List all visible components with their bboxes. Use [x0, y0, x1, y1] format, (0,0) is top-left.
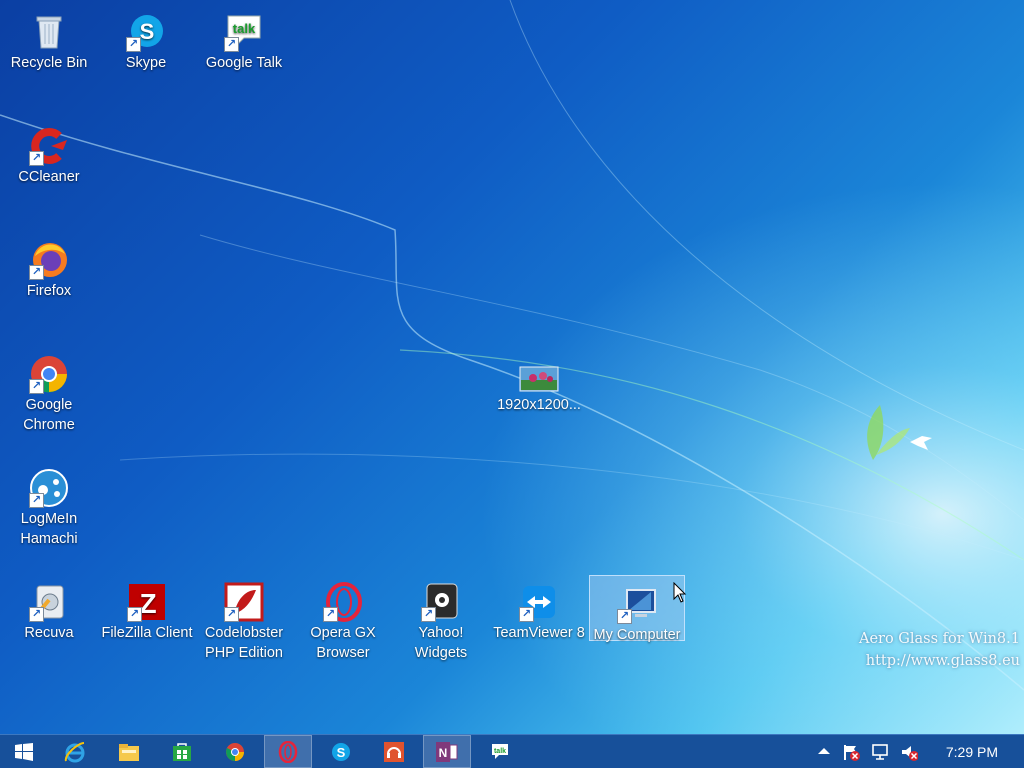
- shortcut-arrow-icon: ↗: [29, 151, 44, 166]
- mouse-cursor-icon: [673, 582, 687, 603]
- taskbar: S N talk 7:29 PM: [0, 734, 1024, 768]
- firefox-icon: ↗: [29, 240, 69, 280]
- desktop-icon-my-computer[interactable]: ↗ My Computer: [589, 575, 685, 643]
- taskbar-skype[interactable]: S: [317, 735, 365, 768]
- opera-icon: [278, 740, 298, 763]
- watermark: Aero Glass for Win8.1 http://www.glass8.…: [859, 628, 1020, 672]
- shortcut-arrow-icon: ↗: [29, 379, 44, 394]
- icon-label: Codelobster PHP Edition: [204, 625, 284, 661]
- svg-text:N: N: [439, 746, 448, 760]
- desktop-icon-filezilla[interactable]: Z ↗ FileZilla Client: [99, 574, 195, 643]
- ccleaner-icon: ↗: [29, 126, 69, 166]
- action-center-flag-icon[interactable]: [842, 743, 860, 761]
- desktop-icon-recycle-bin[interactable]: Recycle Bin: [1, 4, 97, 73]
- my-computer-icon: ↗: [617, 584, 657, 624]
- desktop-icon-skype[interactable]: S ↗ Skype: [98, 4, 194, 73]
- google-talk-icon: talk: [492, 743, 508, 759]
- shortcut-arrow-icon: ↗: [617, 609, 632, 624]
- icon-label: Opera GX Browser: [310, 625, 376, 661]
- file-explorer-icon: [119, 743, 139, 761]
- clock[interactable]: 7:29 PM: [946, 744, 998, 760]
- icon-label: LogMeIn Hamachi: [20, 511, 78, 547]
- desktop-icon-ccleaner[interactable]: ↗ CCleaner: [1, 118, 97, 187]
- taskbar-music[interactable]: [370, 735, 418, 768]
- onenote-icon: N: [436, 741, 458, 762]
- watermark-line1: Aero Glass for Win8.1: [858, 631, 1020, 647]
- desktop-icon-image-file[interactable]: 1920x1200...: [491, 356, 587, 415]
- skype-icon: S ↗: [126, 12, 166, 52]
- svg-text:talk: talk: [494, 748, 506, 755]
- icon-label: Skype: [125, 55, 167, 71]
- desktop: Recycle Bin S ↗ Skype talk ↗ Google Talk…: [0, 0, 1024, 734]
- icon-label: FileZilla Client: [101, 625, 193, 641]
- opera-gx-icon: ↗: [323, 582, 363, 622]
- icon-label: TeamViewer 8: [493, 625, 585, 641]
- yahoo-widgets-icon: ↗: [421, 582, 461, 622]
- icon-label: Firefox: [26, 283, 72, 299]
- desktop-icon-teamviewer[interactable]: ↗ TeamViewer 8: [491, 574, 587, 643]
- shortcut-arrow-icon: ↗: [224, 37, 239, 52]
- icon-label: Yahoo! Widgets: [414, 625, 468, 661]
- store-icon: [173, 742, 191, 761]
- icon-label: My Computer: [593, 627, 681, 643]
- shortcut-arrow-icon: ↗: [29, 607, 44, 622]
- icon-label: Google Talk: [205, 55, 283, 71]
- icon-label: Google Chrome: [23, 397, 75, 433]
- desktop-icon-logmein-hamachi[interactable]: ↗ LogMeIn Hamachi: [1, 460, 97, 549]
- svg-text:S: S: [140, 19, 155, 44]
- shortcut-arrow-icon: ↗: [126, 37, 141, 52]
- icon-label: Recycle Bin: [10, 55, 88, 71]
- music-app-icon: [384, 741, 404, 762]
- desktop-icon-firefox[interactable]: ↗ Firefox: [1, 232, 97, 301]
- recuva-icon: ↗: [29, 582, 69, 622]
- taskbar-store[interactable]: [158, 735, 206, 768]
- icon-label: CCleaner: [18, 169, 80, 185]
- codelobster-icon: ↗: [224, 582, 264, 622]
- shortcut-arrow-icon: ↗: [29, 493, 44, 508]
- shortcut-arrow-icon: ↗: [323, 607, 338, 622]
- volume-muted-icon[interactable]: [900, 743, 918, 761]
- internet-explorer-icon: [64, 741, 85, 762]
- svg-text:talk: talk: [233, 21, 256, 36]
- svg-text:S: S: [337, 745, 346, 760]
- taskbar-chrome[interactable]: [211, 735, 259, 768]
- shortcut-arrow-icon: ↗: [29, 265, 44, 280]
- desktop-icon-codelobster[interactable]: ↗ Codelobster PHP Edition: [196, 574, 292, 663]
- google-talk-icon: talk ↗: [224, 12, 264, 52]
- teamviewer-icon: ↗: [519, 582, 559, 622]
- taskbar-internet-explorer[interactable]: [51, 735, 99, 768]
- desktop-icon-recuva[interactable]: ↗ Recuva: [1, 574, 97, 643]
- show-hidden-icons-arrow[interactable]: [815, 743, 833, 761]
- start-button[interactable]: [0, 735, 48, 768]
- skype-icon: S: [332, 742, 350, 761]
- chrome-icon: [226, 742, 244, 761]
- taskbar-opera[interactable]: [264, 735, 312, 768]
- desktop-icon-google-chrome[interactable]: ↗ Google Chrome: [1, 346, 97, 435]
- watermark-line2: http://www.glass8.eu: [865, 653, 1020, 669]
- desktop-icon-opera-gx[interactable]: ↗ Opera GX Browser: [295, 574, 391, 663]
- hamachi-icon: ↗: [29, 468, 69, 508]
- shortcut-arrow-icon: ↗: [127, 607, 142, 622]
- shortcut-arrow-icon: ↗: [519, 607, 534, 622]
- start-icon: [15, 742, 33, 761]
- svg-text:Z: Z: [139, 588, 156, 619]
- taskbar-file-explorer[interactable]: [105, 735, 153, 768]
- filezilla-icon: Z ↗: [127, 582, 167, 622]
- desktop-icon-google-talk[interactable]: talk ↗ Google Talk: [196, 4, 292, 73]
- icon-label: 1920x1200...: [497, 397, 581, 413]
- chrome-icon: ↗: [29, 354, 69, 394]
- taskbar-onenote[interactable]: N: [423, 735, 471, 768]
- image-file-icon: [519, 364, 559, 394]
- shortcut-arrow-icon: ↗: [421, 607, 436, 622]
- network-icon[interactable]: [871, 743, 889, 761]
- recycle-bin-icon: [29, 12, 69, 52]
- shortcut-arrow-icon: ↗: [224, 607, 239, 622]
- desktop-icon-yahoo-widgets[interactable]: ↗ Yahoo! Widgets: [393, 574, 489, 663]
- taskbar-google-talk[interactable]: talk: [476, 735, 524, 768]
- icon-label: Recuva: [24, 625, 74, 641]
